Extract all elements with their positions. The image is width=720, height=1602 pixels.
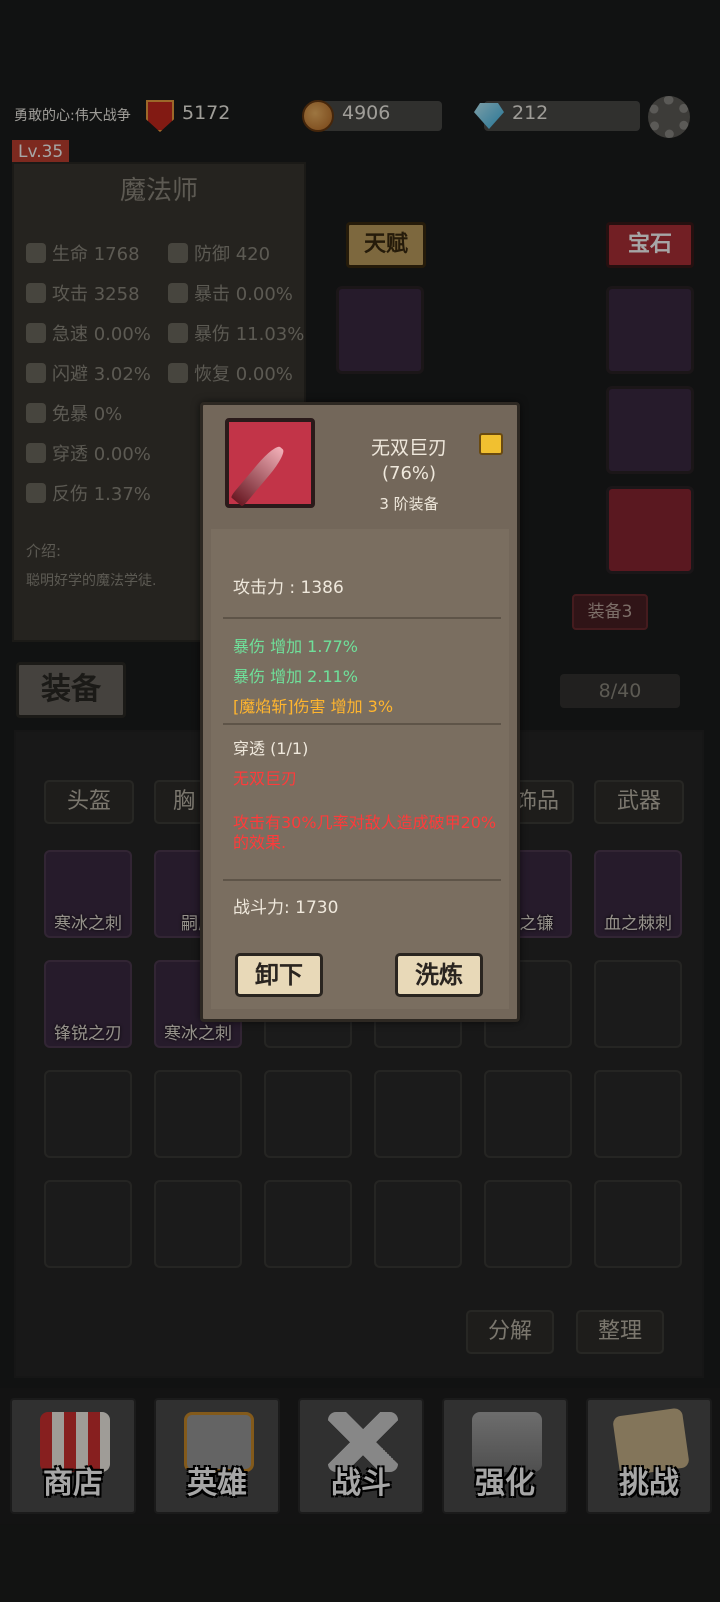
empty-slot[interactable]: [594, 960, 682, 1048]
empty-slot[interactable]: [264, 1180, 352, 1268]
decompose-button[interactable]: 分解: [466, 1310, 554, 1354]
gold-value: 4906: [342, 102, 391, 124]
combat-power: 战斗力: 1730: [233, 898, 339, 918]
empty-slot[interactable]: [374, 1070, 462, 1158]
stat-crit: 暴击 0.00%: [168, 280, 293, 306]
heart-icon: [26, 243, 46, 263]
item-quality: (76%): [381, 463, 437, 484]
item-image: [225, 418, 315, 508]
tab-helmet[interactable]: 头盔: [44, 780, 134, 824]
inventory-item[interactable]: 锋锐之刃: [44, 960, 132, 1048]
item-tier: 3 阶装备: [379, 495, 439, 513]
empty-slot[interactable]: [44, 1070, 132, 1158]
divider: [223, 879, 501, 881]
equip-set-3-tab[interactable]: 装备3: [572, 594, 648, 630]
necklace-equip-slot[interactable]: [606, 386, 694, 474]
nav-shop[interactable]: 商店: [10, 1398, 136, 1514]
item-name: 无双巨刃: [370, 437, 447, 459]
bonus-line-3: [魔焰斩]伤害 增加 3%: [233, 697, 394, 716]
inventory-count: 8/40: [560, 674, 680, 708]
unequip-button[interactable]: 卸下: [235, 953, 323, 997]
burst-icon: [168, 323, 188, 343]
refine-button[interactable]: 洗炼: [395, 953, 483, 997]
power-shield-icon: [146, 100, 174, 132]
socket-gem-name: 无双巨刃: [233, 769, 298, 788]
stat-hp: 生命 1768: [26, 240, 140, 266]
pierce-icon: [26, 443, 46, 463]
level-badge: Lv.35: [12, 140, 70, 164]
stat-crit-resist: 免暴 0%: [26, 400, 122, 426]
coin-icon: [302, 100, 334, 132]
stat-crit-dmg: 暴伤 11.03%: [168, 320, 304, 346]
empty-slot[interactable]: [374, 1180, 462, 1268]
gem-value: 212: [512, 102, 549, 124]
equipment-title: 装备: [16, 662, 126, 718]
bonus-line-2: 暴伤 增加 2.11%: [233, 667, 359, 686]
effect-description: 攻击有30%几率对敌人造成破甲20%的效果.: [233, 813, 497, 852]
unlock-icon[interactable]: [479, 433, 503, 455]
blade-icon: [230, 443, 288, 507]
hero-class: 魔法师: [119, 176, 198, 206]
empty-slot[interactable]: [264, 1070, 352, 1158]
speed-icon: [26, 323, 46, 343]
stat-pierce: 穿透 0.00%: [26, 440, 151, 466]
stat-dodge: 闪避 3.02%: [26, 360, 151, 386]
divider: [223, 617, 501, 619]
empty-slot[interactable]: [154, 1070, 242, 1158]
sword-icon: [26, 283, 46, 303]
nav-upgrade[interactable]: 强化: [442, 1398, 568, 1514]
sort-button[interactable]: 整理: [576, 1310, 664, 1354]
item-detail-popup: 无双巨刃 (76%) 3 阶装备 攻击力 : 1386 暴伤 增加 1.77% …: [200, 402, 520, 1022]
shield-icon: [168, 243, 188, 263]
attack-value: 攻击力 : 1386: [233, 578, 344, 598]
target-icon: [26, 403, 46, 423]
empty-slot[interactable]: [594, 1070, 682, 1158]
power-value: 5172: [182, 102, 231, 124]
nav-challenge[interactable]: 挑战: [586, 1398, 712, 1514]
empty-slot[interactable]: [484, 1070, 572, 1158]
stat-def: 防御 420: [168, 240, 270, 266]
empty-slot[interactable]: [44, 1180, 132, 1268]
reflect-icon: [26, 483, 46, 503]
intro-label: 介绍:: [26, 542, 62, 560]
inventory-item[interactable]: 寒冰之刺: [44, 850, 132, 938]
gem-pill: [484, 101, 640, 131]
talent-button[interactable]: 天赋: [346, 222, 426, 268]
regen-icon: [168, 363, 188, 383]
fire-icon: [168, 283, 188, 303]
stat-reflect: 反伤 1.37%: [26, 480, 151, 506]
gem-button[interactable]: 宝石: [606, 222, 694, 268]
empty-slot[interactable]: [594, 1180, 682, 1268]
settings-gear-icon[interactable]: [648, 96, 690, 138]
weapon-equip-slot[interactable]: [606, 486, 694, 574]
stat-regen: 恢复 0.00%: [168, 360, 293, 386]
stat-haste: 急速 0.00%: [26, 320, 151, 346]
bonus-line-1: 暴伤 增加 1.77%: [233, 637, 359, 656]
inventory-item[interactable]: 血之棘刺: [594, 850, 682, 938]
stat-atk: 攻击 3258: [26, 280, 140, 306]
tab-weapon[interactable]: 武器: [594, 780, 684, 824]
empty-slot[interactable]: [484, 1180, 572, 1268]
divider: [223, 723, 501, 725]
helmet-equip-slot[interactable]: [336, 286, 424, 374]
dodge-icon: [26, 363, 46, 383]
intro-text: 聪明好学的魔法学徒.: [26, 573, 157, 589]
ring-equip-slot[interactable]: [606, 286, 694, 374]
socket-info: 穿透 (1/1): [233, 739, 309, 758]
nav-hero[interactable]: 英雄: [154, 1398, 280, 1514]
game-title: 勇敢的心:伟大战争: [14, 108, 131, 124]
empty-slot[interactable]: [154, 1180, 242, 1268]
nav-battle[interactable]: 战斗: [298, 1398, 424, 1514]
